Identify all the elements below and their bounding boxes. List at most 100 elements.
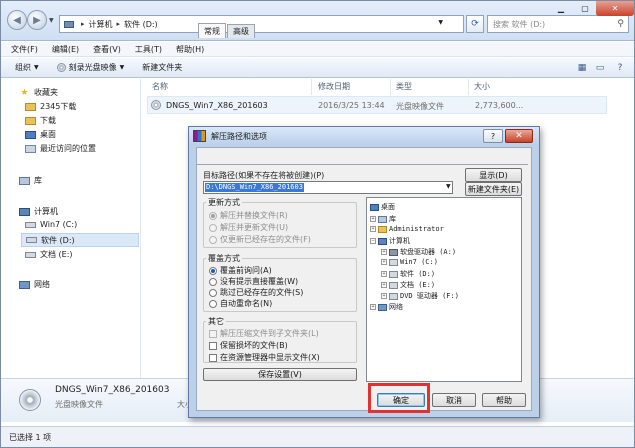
menu-help[interactable]: 帮助(H) — [176, 44, 204, 55]
sidebar-item-drive-e[interactable]: 文档 (E:) — [25, 249, 73, 260]
menu-edit[interactable]: 编辑(E) — [52, 44, 79, 55]
new-folder-toolbar-button[interactable]: 新建文件夹 — [142, 62, 182, 73]
overwrite-option-skip[interactable]: 跳过已经存在的文件(S) — [209, 287, 303, 298]
sidebar-item-downloads[interactable]: 下载 — [25, 115, 56, 126]
organize-button[interactable]: 组织 ▼ — [15, 62, 39, 73]
winrar-icon — [193, 130, 206, 142]
expand-icon[interactable]: + — [381, 293, 387, 299]
sidebar-item-2345-downloads[interactable]: 2345下载 — [25, 101, 76, 112]
path-history-dropdown-icon[interactable]: ▼ — [446, 183, 451, 190]
column-header-size[interactable]: 大小 — [474, 81, 490, 92]
expand-icon[interactable]: + — [370, 304, 376, 310]
option-show-in-explorer[interactable]: 在资源管理器中显示文件(X) — [209, 352, 320, 363]
tree-node-label: 软件 (D:) — [400, 270, 436, 278]
column-divider[interactable] — [390, 79, 391, 95]
view-options-button[interactable]: ▦ — [574, 60, 590, 75]
sidebar-item-desktop[interactable]: 桌面 — [25, 129, 56, 140]
expand-icon[interactable]: + — [381, 249, 387, 255]
overwrite-option-ask[interactable]: 覆盖前询问(A) — [209, 265, 272, 276]
show-button[interactable]: 显示(D) — [465, 168, 522, 182]
expand-icon[interactable]: + — [381, 282, 387, 288]
radio-icon — [209, 299, 217, 308]
tab-advanced[interactable]: 高级 — [227, 24, 255, 38]
option-keep-broken-files[interactable]: 保留损坏的文件(B) — [209, 340, 288, 351]
column-header-type[interactable]: 类型 — [396, 81, 412, 92]
recent-pages-dropdown-icon[interactable]: ▼ — [49, 17, 54, 24]
column-header-name[interactable]: 名称 — [152, 81, 168, 92]
sidebar-item-libraries[interactable]: 库 — [19, 175, 42, 186]
desktop-icon — [25, 130, 36, 139]
file-size: 2,773,600... — [475, 101, 524, 110]
column-divider[interactable] — [311, 79, 312, 95]
column-divider[interactable] — [468, 79, 469, 95]
back-button[interactable]: ◀ — [7, 10, 27, 30]
dialog-title: 解压路径和选项 — [211, 131, 267, 141]
breadcrumb-chevron-icon: ▸ — [116, 20, 121, 28]
sidebar-item-network[interactable]: 网络 — [19, 279, 50, 290]
menu-file[interactable]: 文件(F) — [11, 44, 38, 55]
window-close-button[interactable]: ✕ — [596, 1, 634, 16]
target-path-input[interactable]: D:\DNGS_Win7_X86_201603 — [203, 181, 453, 194]
preview-pane-button[interactable]: ▭ — [592, 60, 608, 75]
menu-tools[interactable]: 工具(T) — [135, 44, 162, 55]
tree-node-libraries[interactable]: + 库 — [370, 214, 396, 224]
sidebar-item-label: 网络 — [34, 280, 50, 289]
new-folder-button[interactable]: 新建文件夹(E) — [465, 182, 522, 196]
sidebar-item-recent-places[interactable]: 最近访问的位置 — [25, 143, 96, 154]
help-toolbar-button[interactable]: ? — [612, 60, 628, 75]
save-settings-button[interactable]: 保存设置(V) — [203, 368, 357, 381]
option-extract-to-subfolder: 解压压缩文件到子文件夹(L) — [209, 328, 319, 339]
dialog-help-button[interactable]: ? — [483, 129, 503, 143]
dialog-close-button[interactable]: ✕ — [505, 129, 533, 143]
tree-node-dvd-f[interactable]: + DVD 驱动器 (F:) — [381, 291, 459, 301]
sidebar-item-drive-c[interactable]: Win7 (C:) — [25, 220, 77, 229]
search-input[interactable]: 搜索 软件 (D:) ⚲ — [487, 15, 629, 33]
sidebar-item-label: 桌面 — [40, 130, 56, 139]
disc-icon — [56, 63, 66, 72]
disc-image-large-icon — [19, 389, 41, 411]
tree-node-administrator[interactable]: + Administrator — [370, 225, 444, 233]
forward-button[interactable]: ▶ — [27, 10, 47, 30]
show-button-label: 显示(D) — [479, 170, 508, 180]
update-option-update: 解压并更新文件(U) — [209, 222, 288, 233]
breadcrumb-computer[interactable]: 计算机 — [89, 19, 113, 30]
menu-view[interactable]: 查看(V) — [93, 44, 121, 55]
minimize-button[interactable]: ▁ — [548, 1, 574, 16]
breadcrumb-drive-d[interactable]: 软件 (D:) — [124, 19, 158, 30]
sidebar-item-computer[interactable]: 计算机 — [19, 206, 58, 217]
folder-icon — [25, 102, 36, 111]
tree-node-drive-d[interactable]: + 软件 (D:) — [381, 269, 435, 279]
tree-node-network[interactable]: + 网络 — [370, 302, 403, 312]
help-button-label: 帮助 — [496, 395, 512, 405]
tab-general[interactable]: 常规 — [198, 23, 226, 38]
address-dropdown-icon[interactable]: ▼ — [438, 19, 443, 26]
tree-node-desktop[interactable]: 桌面 — [370, 202, 395, 212]
folder-tree[interactable]: 桌面 + 库 + Administrator − 计算机 + 软盘驱动器 (A:) + W… — [366, 197, 522, 382]
expand-icon[interactable]: + — [381, 259, 387, 265]
tree-node-drive-c[interactable]: + Win7 (C:) — [381, 258, 438, 266]
tree-node-label: 计算机 — [389, 237, 410, 245]
sidebar-item-favorites[interactable]: ★ 收藏夹 — [19, 87, 58, 98]
expand-icon[interactable]: + — [381, 271, 387, 277]
tree-node-floppy-a[interactable]: + 软盘驱动器 (A:) — [381, 247, 456, 257]
organize-label: 组织 — [15, 63, 31, 72]
expand-icon[interactable]: + — [370, 226, 376, 232]
maximize-button[interactable]: ▢ — [574, 1, 596, 16]
expand-icon[interactable]: + — [370, 216, 376, 222]
highlight-box — [368, 383, 430, 413]
help-button[interactable]: 帮助 — [482, 393, 526, 407]
sidebar-item-label: 下载 — [40, 116, 56, 125]
save-settings-label: 保存设置(V) — [258, 370, 302, 379]
overwrite-option-rename[interactable]: 自动重命名(N) — [209, 298, 272, 309]
cancel-button[interactable]: 取消 — [432, 393, 476, 407]
column-header-date[interactable]: 修改日期 — [318, 81, 350, 92]
burn-disc-image-button[interactable]: 刻录光盘映像 ▼ — [56, 62, 124, 73]
collapse-icon[interactable]: − — [370, 238, 376, 244]
address-bar[interactable]: ▸ 计算机 ▸ 软件 (D:) ▼ — [59, 15, 464, 33]
tree-node-drive-e[interactable]: + 文档 (E:) — [381, 280, 435, 290]
sidebar-item-drive-d[interactable]: 软件 (D:) — [21, 233, 139, 247]
tree-node-computer[interactable]: − 计算机 — [370, 236, 410, 246]
refresh-button[interactable]: ⟳ — [466, 15, 484, 33]
file-row[interactable]: DNGS_Win7_X86_201603 2016/3/25 13:44 光盘映… — [147, 96, 607, 114]
overwrite-option-overwrite[interactable]: 没有提示直接覆盖(W) — [209, 276, 298, 287]
